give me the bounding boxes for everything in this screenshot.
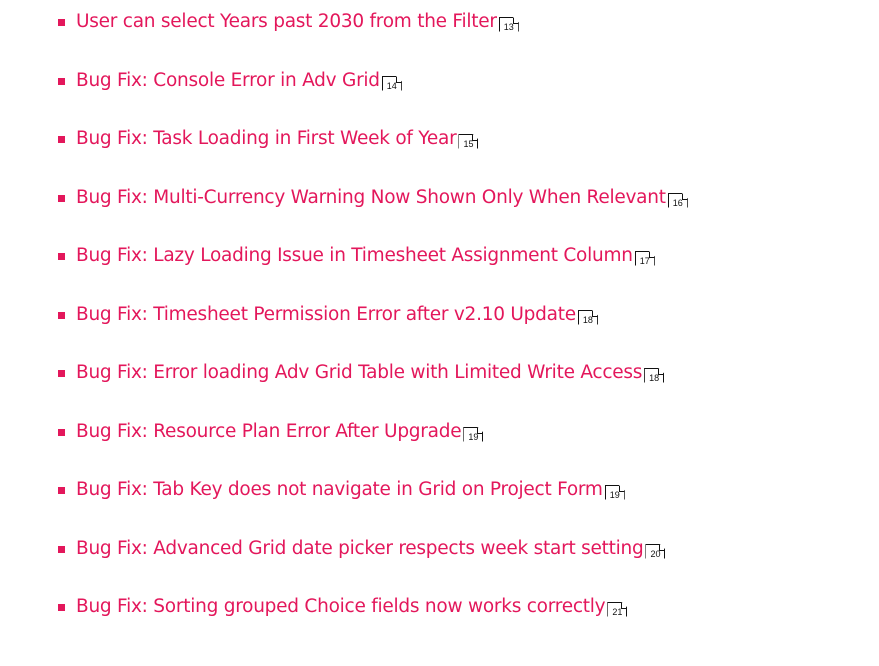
square-bullet-icon (58, 77, 65, 85)
page-reference-icon[interactable]: 18 (644, 367, 665, 383)
page-reference-icon[interactable]: 19 (604, 484, 625, 500)
toc-entry-tab-key[interactable]: Bug Fix: Tab Key does not navigate in Gr… (58, 472, 625, 508)
toc-entry-label[interactable]: Bug Fix: Tab Key does not navigate in Gr… (76, 480, 603, 500)
toc-entry-adv-grid-write-access[interactable]: Bug Fix: Error loading Adv Grid Table wi… (58, 355, 665, 391)
toc-entry-console-error[interactable]: Bug Fix: Console Error in Adv Grid 14 (58, 63, 402, 99)
square-bullet-icon (58, 428, 65, 436)
page-reference-icon[interactable]: 17 (634, 250, 655, 266)
toc-entry-label[interactable]: Bug Fix: Sorting grouped Choice fields n… (76, 597, 606, 617)
toc-entry-label[interactable]: Bug Fix: Advanced Grid date picker respe… (76, 539, 644, 559)
square-bullet-icon (58, 369, 65, 377)
page-reference-icon[interactable]: 13 (498, 16, 519, 32)
toc-entry-label[interactable]: Bug Fix: Resource Plan Error After Upgra… (76, 422, 462, 442)
square-bullet-icon (58, 545, 65, 553)
page-reference-icon[interactable]: 21 (607, 601, 628, 617)
toc-entry-label[interactable]: User can select Years past 2030 from the… (76, 12, 497, 32)
toc-entry-timesheet-permission[interactable]: Bug Fix: Timesheet Permission Error afte… (58, 297, 598, 333)
toc-entry-label[interactable]: Bug Fix: Error loading Adv Grid Table wi… (76, 363, 642, 383)
toc-entry-label[interactable]: Bug Fix: Console Error in Adv Grid (76, 71, 380, 91)
toc-entry-resource-plan[interactable]: Bug Fix: Resource Plan Error After Upgra… (58, 414, 484, 450)
table-of-contents: User can select Years past 2030 from the… (0, 0, 879, 666)
toc-entry-sorting-choice[interactable]: Bug Fix: Sorting grouped Choice fields n… (58, 589, 628, 625)
toc-entry-years-filter[interactable]: User can select Years past 2030 from the… (58, 4, 519, 40)
toc-entry-label[interactable]: Bug Fix: Task Loading in First Week of Y… (76, 129, 457, 149)
square-bullet-icon (58, 603, 65, 611)
square-bullet-icon (58, 194, 65, 202)
square-bullet-icon (58, 135, 65, 143)
square-bullet-icon (58, 252, 65, 260)
page-reference-icon[interactable]: 19 (463, 426, 484, 442)
square-bullet-icon (58, 18, 65, 26)
page-reference-icon[interactable]: 15 (458, 133, 479, 149)
toc-entry-date-picker[interactable]: Bug Fix: Advanced Grid date picker respe… (58, 531, 666, 567)
page-reference-icon[interactable]: 18 (577, 309, 598, 325)
page-reference-icon[interactable]: 20 (645, 543, 666, 559)
square-bullet-icon (58, 311, 65, 319)
toc-entry-task-loading[interactable]: Bug Fix: Task Loading in First Week of Y… (58, 121, 479, 157)
toc-entry-label[interactable]: Bug Fix: Timesheet Permission Error afte… (76, 305, 576, 325)
toc-entry-label[interactable]: Bug Fix: Lazy Loading Issue in Timesheet… (76, 246, 633, 266)
toc-entry-lazy-loading[interactable]: Bug Fix: Lazy Loading Issue in Timesheet… (58, 238, 655, 274)
toc-entry-multi-currency[interactable]: Bug Fix: Multi-Currency Warning Now Show… (58, 180, 688, 216)
square-bullet-icon (58, 486, 65, 494)
toc-entry-label[interactable]: Bug Fix: Multi-Currency Warning Now Show… (76, 188, 666, 208)
page-reference-icon[interactable]: 16 (667, 192, 688, 208)
page-reference-icon[interactable]: 14 (381, 75, 402, 91)
